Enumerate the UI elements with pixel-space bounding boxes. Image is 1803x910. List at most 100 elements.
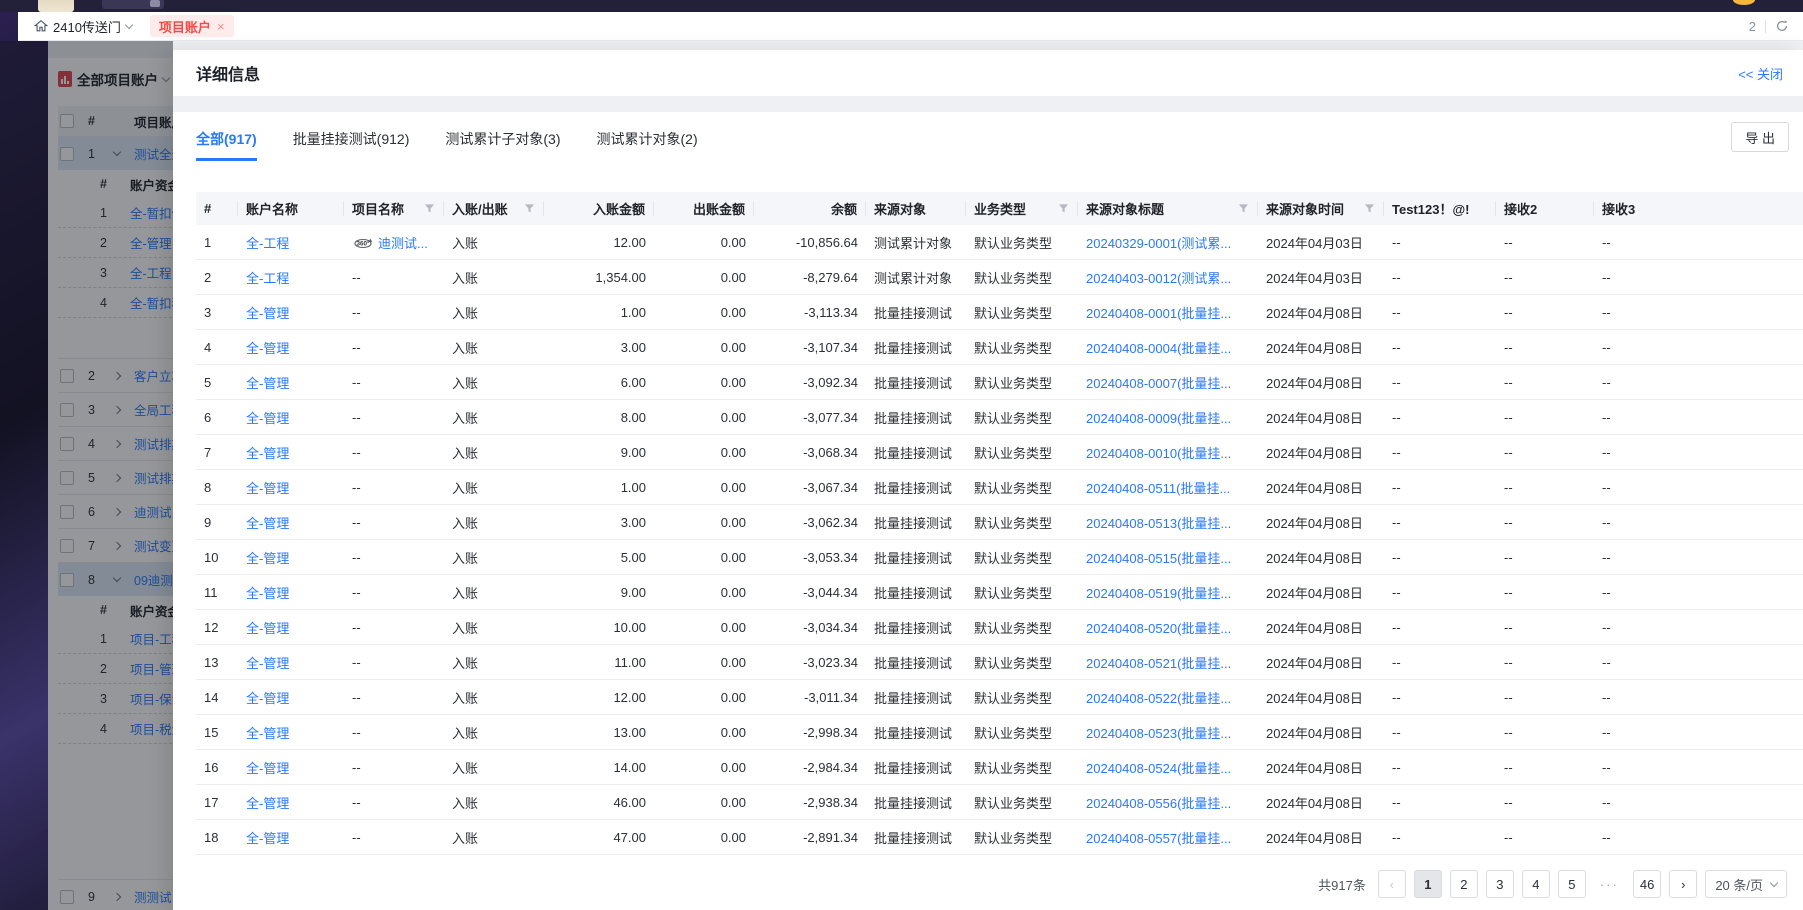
page-size-select[interactable]: 20 条/页 — [1705, 870, 1787, 898]
cell-value-source_title[interactable]: 20240408-0522(批量挂... — [1086, 688, 1231, 707]
detail-tab-2[interactable]: 测试累计子对象(3) — [445, 114, 560, 161]
cell-value-project[interactable]: 迪测试... — [378, 233, 428, 252]
table-row[interactable]: 8全-管理--入账1.000.00-3,067.34批量挂接测试默认业务类型20… — [196, 470, 1803, 505]
cell-value-account[interactable]: 全-管理 — [246, 303, 289, 322]
cell-value-source_title[interactable]: 20240408-0519(批量挂... — [1086, 583, 1231, 602]
cell-value-source_title[interactable]: 20240408-0515(批量挂... — [1086, 548, 1231, 567]
cell-value-account[interactable]: 全-管理 — [246, 653, 289, 672]
cell-value-account[interactable]: 全-管理 — [246, 793, 289, 812]
page-button-46[interactable]: 46 — [1633, 870, 1661, 898]
table-row[interactable]: 17全-管理--入账46.000.00-2,938.34批量挂接测试默认业务类型… — [196, 785, 1803, 820]
table-row[interactable]: 15全-管理--入账13.000.00-2,998.34批量挂接测试默认业务类型… — [196, 715, 1803, 750]
table-row[interactable]: 12全-管理--入账10.000.00-3,034.34批量挂接测试默认业务类型… — [196, 610, 1803, 645]
table-row[interactable]: 19全-管理--入账48.000.00-2,843.34批量挂接测试默认业务类型… — [196, 855, 1803, 863]
filter-icon[interactable] — [518, 203, 535, 214]
cell-value-account[interactable]: 全-管理 — [246, 583, 289, 602]
cell-value-account[interactable]: 全-管理 — [246, 618, 289, 637]
detail-tab-0[interactable]: 全部(917) — [196, 114, 257, 161]
cell-value-source_title[interactable]: 20240408-0557(批量挂... — [1086, 828, 1231, 847]
close-tab-icon[interactable]: × — [217, 19, 225, 34]
cell-value-source_title[interactable]: 20240408-0524(批量挂... — [1086, 758, 1231, 777]
cell-value-source_title[interactable]: 20240408-0556(批量挂... — [1086, 793, 1231, 812]
filter-icon[interactable] — [1052, 203, 1069, 214]
cell-value-source_title[interactable]: 20240408-0007(批量挂... — [1086, 373, 1231, 392]
cell-amount_out: 0.00 — [654, 725, 754, 740]
table-row[interactable]: 10全-管理--入账5.000.00-3,053.34批量挂接测试默认业务类型2… — [196, 540, 1803, 575]
home-portal-menu[interactable]: 2410传送门 — [18, 17, 132, 36]
page-button-2[interactable]: 2 — [1450, 870, 1478, 898]
cell-value-account[interactable]: 全-管理 — [246, 373, 289, 392]
cell-balance: -10,856.64 — [754, 235, 866, 250]
table-row[interactable]: 5全-管理--入账6.000.00-3,092.34批量挂接测试默认业务类型20… — [196, 365, 1803, 400]
table-row[interactable]: 13全-管理--入账11.000.00-3,023.34批量挂接测试默认业务类型… — [196, 645, 1803, 680]
cell-value-account[interactable]: 全-管理 — [246, 828, 289, 847]
cell-value-account[interactable]: 全-管理 — [246, 443, 289, 462]
cell-recv3: -- — [1594, 795, 1714, 810]
table-row[interactable]: 18全-管理--入账47.000.00-2,891.34批量挂接测试默认业务类型… — [196, 820, 1803, 855]
prev-page-button[interactable]: ‹ — [1378, 870, 1406, 898]
collapse-panel-link[interactable]: << 关闭 — [1738, 64, 1783, 83]
table-row[interactable]: 2全-工程--入账1,354.000.00-8,279.64测试累计对象默认业务… — [196, 260, 1803, 295]
export-button[interactable]: 导 出 — [1731, 122, 1789, 152]
cell-value-account[interactable]: 全-工程 — [246, 268, 289, 287]
cell-value-source_title[interactable]: 20240408-0513(批量挂... — [1086, 513, 1231, 532]
page-button-1[interactable]: 1 — [1414, 870, 1442, 898]
user-avatar[interactable] — [38, 0, 74, 12]
cell-value-account[interactable]: 全-管理 — [246, 758, 289, 777]
page-button-3[interactable]: 3 — [1486, 870, 1514, 898]
cell-recv3: -- — [1594, 830, 1714, 845]
cell-value-account[interactable]: 全-管理 — [246, 478, 289, 497]
cell-value-account[interactable]: 全-管理 — [246, 408, 289, 427]
cell-value-source_title[interactable]: 20240408-0009(批量挂... — [1086, 408, 1231, 427]
page-button-5[interactable]: 5 — [1558, 870, 1586, 898]
table-row[interactable]: 1全-工程360°迪测试...入账12.000.00-10,856.64测试累计… — [196, 225, 1803, 260]
table-row[interactable]: 4全-管理--入账3.000.00-3,107.34批量挂接测试默认业务类型20… — [196, 330, 1803, 365]
cell-value-source_title[interactable]: 20240408-0010(批量挂... — [1086, 443, 1231, 462]
page-button-4[interactable]: 4 — [1522, 870, 1550, 898]
detail-tab-1[interactable]: 批量挂接测试(912) — [293, 114, 410, 161]
cell-recv3: -- — [1594, 445, 1714, 460]
cell-value-account[interactable]: 全-管理 — [246, 863, 289, 864]
cell-value-account[interactable]: 全-管理 — [246, 548, 289, 567]
cell-value-source_title[interactable]: 20240408-0523(批量挂... — [1086, 723, 1231, 742]
refresh-icon[interactable] — [1775, 19, 1789, 33]
cell-balance: -3,023.34 — [754, 655, 866, 670]
cell-value-source_title[interactable]: 20240408-0521(批量挂... — [1086, 653, 1231, 672]
content-area: 全部项目账户 项目 # 项目账户 1测试全过程#账户资金类型1全-暂扣保证金2全… — [0, 41, 1803, 910]
tab-project-account[interactable]: 项目账户 × — [150, 15, 234, 37]
cell-value-account[interactable]: 全-管理 — [246, 688, 289, 707]
cell-value-account[interactable]: 全-管理 — [246, 513, 289, 532]
cell-value-source_title[interactable]: 20240403-0012(测试累... — [1086, 268, 1231, 287]
more-pages-button[interactable]: ··· — [1594, 870, 1625, 898]
cell-account: 全-管理 — [238, 478, 344, 497]
cell-value-source_title[interactable]: 20240408-0004(批量挂... — [1086, 338, 1231, 357]
table-row[interactable]: 14全-管理--入账12.000.00-3,011.34批量挂接测试默认业务类型… — [196, 680, 1803, 715]
cell-value-source_title[interactable]: 20240329-0001(测试累... — [1086, 233, 1231, 252]
drawer-dim-overlay[interactable] — [0, 41, 173, 910]
detail-tab-3[interactable]: 测试累计对象(2) — [597, 114, 698, 161]
table-row[interactable]: 6全-管理--入账8.000.00-3,077.34批量挂接测试默认业务类型20… — [196, 400, 1803, 435]
cell-value-account[interactable]: 全-管理 — [246, 338, 289, 357]
top-search-input[interactable] — [102, 0, 164, 9]
table-row[interactable]: 16全-管理--入账14.000.00-2,984.34批量挂接测试默认业务类型… — [196, 750, 1803, 785]
cell-value-source_title[interactable]: 20240408-0520(批量挂... — [1086, 618, 1231, 637]
cell-project: -- — [344, 550, 444, 565]
table-row[interactable]: 9全-管理--入账3.000.00-3,062.34批量挂接测试默认业务类型20… — [196, 505, 1803, 540]
360-view-icon[interactable]: 360° — [352, 235, 374, 250]
table-row[interactable]: 3全-管理--入账1.000.00-3,113.34批量挂接测试默认业务类型20… — [196, 295, 1803, 330]
cell-recv2: -- — [1496, 585, 1594, 600]
cell-direction: 入账 — [444, 373, 544, 392]
table-row[interactable]: 7全-管理--入账9.000.00-3,068.34批量挂接测试默认业务类型20… — [196, 435, 1803, 470]
filter-icon[interactable] — [1358, 203, 1375, 214]
filter-icon[interactable] — [1232, 203, 1249, 214]
cell-account: 全-管理 — [238, 338, 344, 357]
cell-value-recv2: -- — [1504, 725, 1513, 740]
cell-value-source_title[interactable]: 20240408-0558(批量挂... — [1086, 863, 1231, 864]
cell-value-account[interactable]: 全-管理 — [246, 723, 289, 742]
next-page-button[interactable]: › — [1669, 870, 1697, 898]
table-row[interactable]: 11全-管理--入账9.000.00-3,044.34批量挂接测试默认业务类型2… — [196, 575, 1803, 610]
filter-icon[interactable] — [418, 203, 435, 214]
cell-value-source_title[interactable]: 20240408-0511(批量挂... — [1086, 478, 1230, 497]
cell-value-source_title[interactable]: 20240408-0001(批量挂... — [1086, 303, 1231, 322]
cell-value-account[interactable]: 全-工程 — [246, 233, 289, 252]
